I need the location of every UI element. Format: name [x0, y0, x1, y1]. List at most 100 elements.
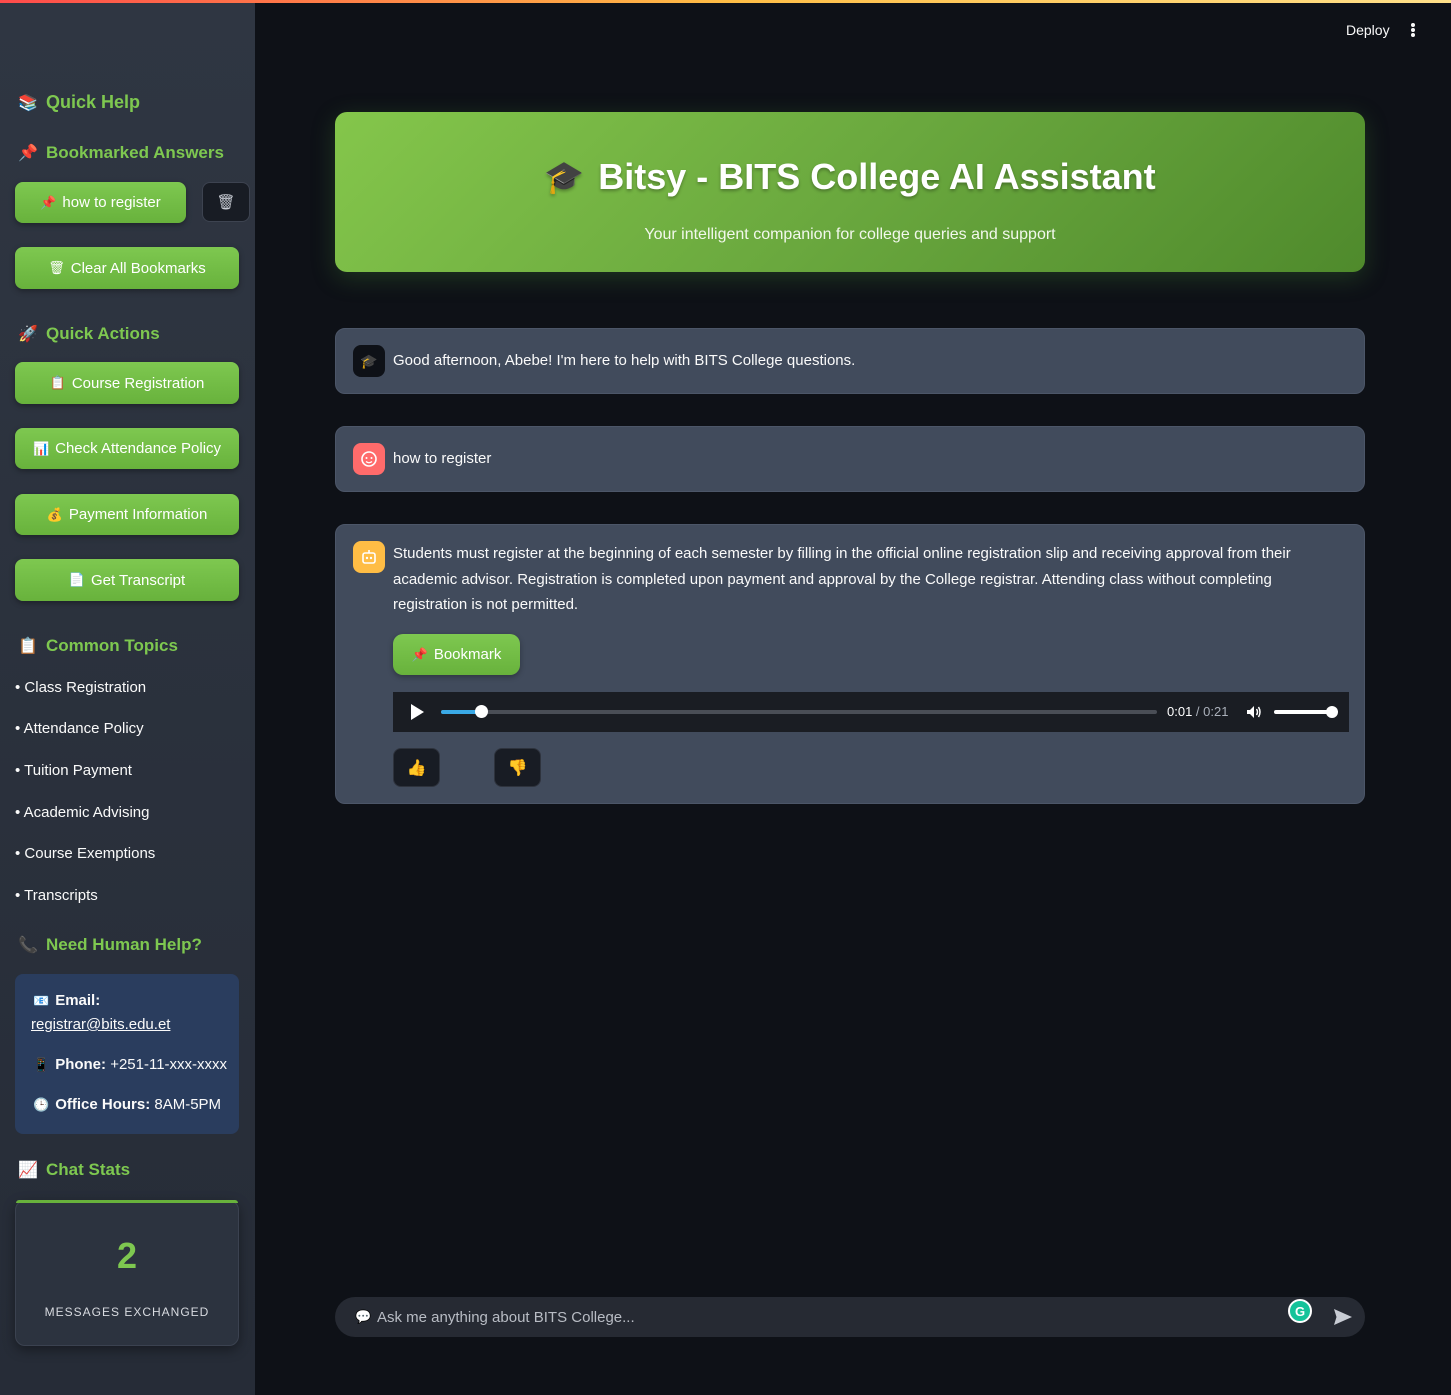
course-registration-button[interactable]: 📋 Course Registration [15, 362, 239, 404]
greeting-text: Good afternoon, Abebe! I'm here to help … [393, 352, 856, 369]
chart-increasing-icon: 📈 [18, 1162, 38, 1179]
topic-item: • Tuition Payment [15, 762, 132, 779]
user-avatar-icon [353, 443, 385, 475]
audio-player: 0:01 / 0:21 [393, 692, 1349, 732]
human-help-title: Need Human Help? [46, 935, 202, 954]
thumbs-down-icon: 👎 [507, 759, 528, 777]
wastebasket-icon: 🗑 [216, 194, 236, 211]
play-icon[interactable] [411, 704, 424, 720]
stats-card: 2 MESSAGES EXCHANGED [15, 1200, 239, 1346]
stats-accent-bar [16, 1200, 238, 1203]
volume-slider[interactable] [1274, 706, 1338, 718]
thumbs-down-button[interactable]: 👎 [494, 748, 541, 787]
books-icon: 📚 [18, 94, 38, 112]
quick-help-title: Quick Help [46, 92, 141, 112]
hero-subtitle: Your intelligent companion for college q… [644, 226, 1056, 243]
course-registration-label: Course Registration [71, 374, 205, 392]
check-attendance-policy-label: Check Attendance Policy [55, 440, 222, 457]
assistant-reply-text: Students must register at the beginning … [393, 545, 1291, 613]
hours-label: Office Hours: [55, 1096, 151, 1113]
thumbs-up-button[interactable]: 👍 [393, 748, 440, 787]
audio-time: 0:01 / 0:21 [1167, 704, 1228, 719]
chat-input-bar: 💬 G [335, 1297, 1365, 1337]
chat-stats-heading: 📈 Chat Stats [18, 1160, 130, 1180]
chat-input[interactable] [377, 1297, 1297, 1337]
thumbs-up-icon: 👍 [406, 759, 427, 777]
assistant-greeting-message: 🎓 Good afternoon, Abebe! I'm here to hel… [335, 328, 1365, 394]
email-row: 📧 Email: [33, 992, 100, 1009]
audio-current-time: 0:01 [1167, 704, 1193, 719]
audio-time-separator: / [1192, 704, 1204, 719]
topic-item: • Course Exemptions [15, 845, 156, 862]
wastebasket-icon: 🗑 [48, 260, 65, 275]
phone-label: Phone: [55, 1056, 107, 1073]
payment-information-label: Payment Information [68, 506, 208, 523]
money-bag-icon: 💰 [46, 506, 63, 522]
topic-item: • Class Registration [15, 679, 147, 696]
volume-icon[interactable] [1245, 703, 1263, 721]
email-link[interactable]: registrar@bits.edu.et [31, 1016, 170, 1033]
user-message: how to register [335, 426, 1365, 492]
chat-stats-title: Chat Stats [46, 1160, 131, 1179]
audio-progress-bar[interactable] [441, 705, 1157, 718]
clipboard-icon: 📋 [18, 638, 38, 655]
hours-value: 8AM-5PM [150, 1096, 222, 1113]
bookmark-label: Bookmark [433, 646, 502, 663]
phone-icon: 📱 [33, 1056, 50, 1072]
pushpin-icon: 📌 [411, 646, 428, 662]
email-icon: 📧 [33, 992, 50, 1008]
bookmarked-title: Bookmarked Answers [46, 143, 224, 162]
send-icon[interactable] [1333, 1308, 1353, 1326]
speech-bubble-icon: 💬 [355, 1309, 372, 1324]
hours-row: 🕒 Office Hours: 8AM-5PM [33, 1096, 221, 1113]
assistant-reply-message: Students must register at the beginning … [335, 524, 1365, 804]
check-attendance-policy-button[interactable]: 📊 Check Attendance Policy [15, 428, 239, 469]
clipboard-icon: 📋 [49, 375, 66, 390]
get-transcript-label: Get Transcript [90, 571, 186, 589]
hero-title: Bitsy - BITS College AI Assistant [598, 156, 1156, 197]
volume-handle[interactable] [1326, 706, 1338, 718]
email-link-row: registrar@bits.edu.et [31, 1016, 170, 1033]
payment-information-button[interactable]: 💰 Payment Information [15, 494, 239, 535]
human-help-heading: 📞 Need Human Help? [18, 935, 202, 955]
common-topics-title: Common Topics [46, 636, 178, 655]
delete-bookmark-button[interactable]: 🗑 [202, 182, 250, 222]
rocket-icon: 🚀 [18, 326, 38, 343]
grammarly-icon[interactable]: G [1288, 1299, 1312, 1323]
bookmark-button[interactable]: 📌 Bookmark [393, 634, 520, 675]
phone-value: +251-11-xxx-xxxx [106, 1056, 228, 1073]
bar-chart-icon: 📊 [32, 440, 50, 456]
pushpin-icon: 📌 [40, 194, 57, 210]
clear-all-bookmarks-label: Clear All Bookmarks [70, 259, 206, 277]
common-topics-heading: 📋 Common Topics [18, 636, 178, 656]
audio-duration: 0:21 [1203, 704, 1229, 719]
hero-banner: 🎓 Bitsy - BITS College AI Assistant Your… [335, 112, 1365, 272]
top-decoration-line [0, 0, 1451, 3]
clock-icon: 🕒 [33, 1096, 50, 1112]
bookmark-item-label: how to register [62, 194, 161, 211]
clear-all-bookmarks-button[interactable]: 🗑 Clear All Bookmarks [15, 247, 239, 289]
pushpin-icon: 📌 [18, 145, 38, 162]
sidebar: 📚 Quick Help 📌 Bookmarked Answers 📌 how … [0, 0, 255, 1395]
contact-card: 📧 Email: registrar@bits.edu.et 📱 Phone: … [15, 974, 239, 1134]
graduation-cap-icon: 🎓 [544, 159, 585, 195]
topic-item: • Transcripts [15, 887, 98, 904]
topic-item: • Attendance Policy [15, 720, 144, 737]
email-label: Email: [55, 992, 101, 1009]
bot-avatar-icon [353, 541, 385, 573]
audio-progress-handle[interactable] [475, 705, 488, 718]
get-transcript-button[interactable]: 📄 Get Transcript [15, 559, 239, 601]
deploy-button[interactable]: Deploy [1346, 22, 1390, 38]
telephone-icon: 📞 [18, 937, 38, 954]
user-message-text: how to register [393, 450, 492, 467]
document-icon: 📄 [68, 572, 85, 587]
quick-actions-heading: 🚀 Quick Actions [18, 324, 160, 344]
bookmark-item-button[interactable]: 📌 how to register [15, 182, 186, 223]
messages-count-label: MESSAGES EXCHANGED [44, 1305, 210, 1319]
bookmarked-heading: 📌 Bookmarked Answers [18, 143, 224, 163]
phone-row: 📱 Phone: +251-11-xxx-xxxx [33, 1056, 227, 1073]
hero-title-row: 🎓 Bitsy - BITS College AI Assistant [335, 156, 1365, 198]
quick-actions-title: Quick Actions [46, 324, 160, 343]
main-menu-icon[interactable] [1406, 20, 1420, 40]
messages-count: 2 [116, 1235, 138, 1276]
